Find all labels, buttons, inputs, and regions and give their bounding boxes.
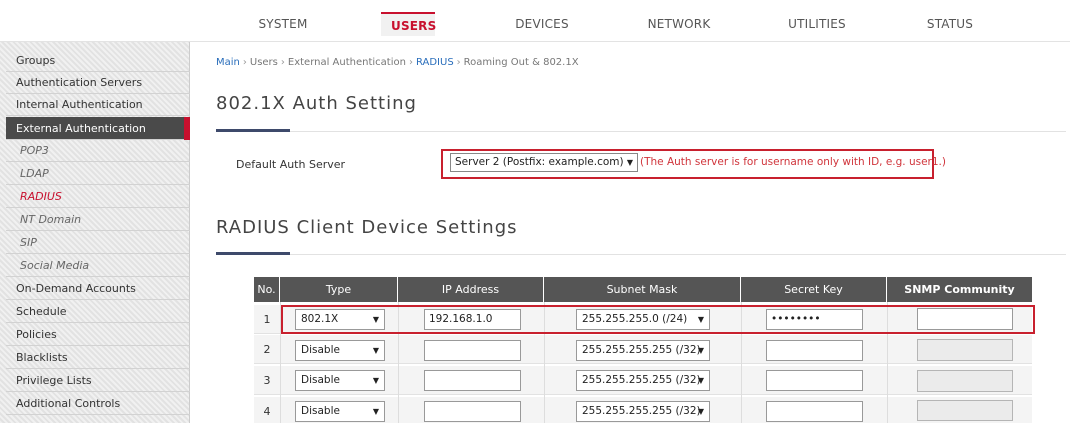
default-auth-server-value: Server 2 (Postfix: example.com) — [455, 156, 624, 168]
sidebar-item-ldap[interactable]: LDAP — [6, 162, 190, 185]
secret-key-input[interactable] — [766, 401, 863, 422]
sidebar-item-authentication-servers[interactable]: Authentication Servers — [6, 71, 190, 94]
breadcrumb: Main › Users › External Authentication › RADIU… — [216, 57, 579, 68]
section-divider — [216, 131, 1066, 132]
dropdown-arrow-icon: ▼ — [626, 158, 633, 167]
sidebar-item-groups[interactable]: Groups — [6, 49, 190, 72]
dropdown-arrow-icon: ▼ — [697, 346, 704, 355]
breadcrumb-separator: › — [456, 57, 461, 68]
sidebar-item-external-authentication[interactable]: External Authentication — [6, 117, 190, 140]
ip-address-input[interactable] — [424, 370, 521, 391]
breadcrumb-radius[interactable]: RADIUS — [416, 57, 454, 68]
subnet-mask-select-value: 255.255.255.255 (/32) — [582, 374, 701, 386]
secret-key-input[interactable] — [766, 340, 863, 361]
sidebar-item-social-media[interactable]: Social Media — [6, 254, 190, 277]
row-number: 1 — [263, 313, 271, 326]
title-underline — [216, 252, 290, 255]
sidebar-item-blacklists[interactable]: Blacklists — [6, 346, 190, 369]
nav-status[interactable]: STATUS — [919, 12, 981, 36]
row-number: 3 — [263, 374, 271, 387]
subnet-mask-select[interactable]: 255.255.255.255 (/32) ▼ — [576, 401, 710, 422]
dropdown-arrow-icon: ▼ — [697, 407, 704, 416]
nav-network[interactable]: NETWORK — [642, 12, 716, 36]
sidebar-item-additional-controls[interactable]: Additional Controls — [6, 392, 190, 415]
type-select[interactable]: Disable ▼ — [295, 340, 385, 361]
client-settings-title: RADIUS Client Device Settings — [216, 217, 518, 238]
column-header-secret-key: Secret Key — [741, 277, 887, 302]
column-header-no: No. — [254, 277, 280, 302]
nav-system[interactable]: SYSTEM — [248, 12, 318, 36]
default-auth-server-label: Default Auth Server — [236, 158, 346, 171]
auth-setting-title: 802.1X Auth Setting — [216, 93, 417, 114]
ip-address-input[interactable] — [424, 401, 521, 422]
sidebar-item-schedule[interactable]: Schedule — [6, 300, 190, 323]
nav-devices[interactable]: DEVICES — [508, 12, 576, 36]
sidebar-item-privilege-lists[interactable]: Privilege Lists — [6, 369, 190, 392]
dropdown-arrow-icon: ▼ — [372, 376, 379, 385]
breadcrumb-main[interactable]: Main — [216, 57, 240, 68]
default-auth-server-select[interactable]: Server 2 (Postfix: example.com) ▼ — [450, 153, 638, 172]
sidebar-item-radius[interactable]: RADIUS — [6, 185, 190, 208]
nav-utilities[interactable]: UTILITIES — [780, 12, 854, 36]
row-number: 2 — [263, 343, 271, 356]
section-divider — [216, 254, 1066, 255]
secret-key-input[interactable] — [766, 370, 863, 391]
type-select-value: Disable — [301, 374, 340, 386]
sidebar-item-sip[interactable]: SIP — [6, 231, 190, 254]
subnet-mask-select-value: 255.255.255.255 (/32) — [582, 344, 701, 356]
breadcrumb-external-authentication[interactable]: External Authentication — [288, 57, 406, 68]
column-header-snmp-community: SNMP Community — [904, 283, 1015, 296]
breadcrumb-users[interactable]: Users — [250, 57, 278, 68]
column-header-type: Type — [280, 277, 398, 302]
type-select-value: Disable — [301, 405, 340, 417]
row-highlight-box — [281, 305, 1035, 334]
breadcrumb-separator: › — [280, 57, 285, 68]
auth-server-note: (The Auth server is for username only wi… — [640, 156, 946, 168]
breadcrumb-separator: › — [242, 57, 247, 68]
snmp-community-input — [917, 339, 1013, 361]
column-header-ip-address: IP Address — [398, 277, 544, 302]
subnet-mask-select[interactable]: 255.255.255.255 (/32) ▼ — [576, 370, 710, 391]
table-header: No. Type IP Address Subnet Mask Secret K… — [254, 277, 1032, 302]
nav-users[interactable]: USERS — [381, 12, 436, 36]
subnet-mask-select-value: 255.255.255.255 (/32) — [582, 405, 701, 417]
subnet-mask-select[interactable]: 255.255.255.255 (/32) ▼ — [576, 340, 710, 361]
row-number: 4 — [263, 405, 271, 418]
sidebar-item-on-demand-accounts[interactable]: On-Demand Accounts — [6, 277, 190, 300]
top-navigation: SYSTEM USERS DEVICES NETWORK UTILITIES S… — [0, 0, 1070, 42]
sidebar-item-pop3[interactable]: POP3 — [6, 139, 190, 162]
sidebar-item-internal-authentication[interactable]: Internal Authentication — [6, 93, 190, 116]
column-header-subnet-mask: Subnet Mask — [544, 277, 741, 302]
type-select[interactable]: Disable ▼ — [295, 370, 385, 391]
sidebar: Groups Authentication Servers Internal A… — [0, 42, 190, 423]
type-select-value: Disable — [301, 344, 340, 356]
sidebar-item-policies[interactable]: Policies — [6, 323, 190, 346]
sidebar-item-nt-domain[interactable]: NT Domain — [6, 208, 190, 231]
breadcrumb-roaming-out: Roaming Out & 802.1X — [463, 57, 579, 68]
type-select[interactable]: Disable ▼ — [295, 401, 385, 422]
snmp-community-input — [917, 400, 1013, 421]
dropdown-arrow-icon: ▼ — [372, 346, 379, 355]
ip-address-input[interactable] — [424, 340, 521, 361]
snmp-community-input — [917, 370, 1013, 392]
dropdown-arrow-icon: ▼ — [697, 376, 704, 385]
breadcrumb-separator: › — [408, 57, 413, 68]
dropdown-arrow-icon: ▼ — [372, 407, 379, 416]
title-underline — [216, 129, 290, 132]
